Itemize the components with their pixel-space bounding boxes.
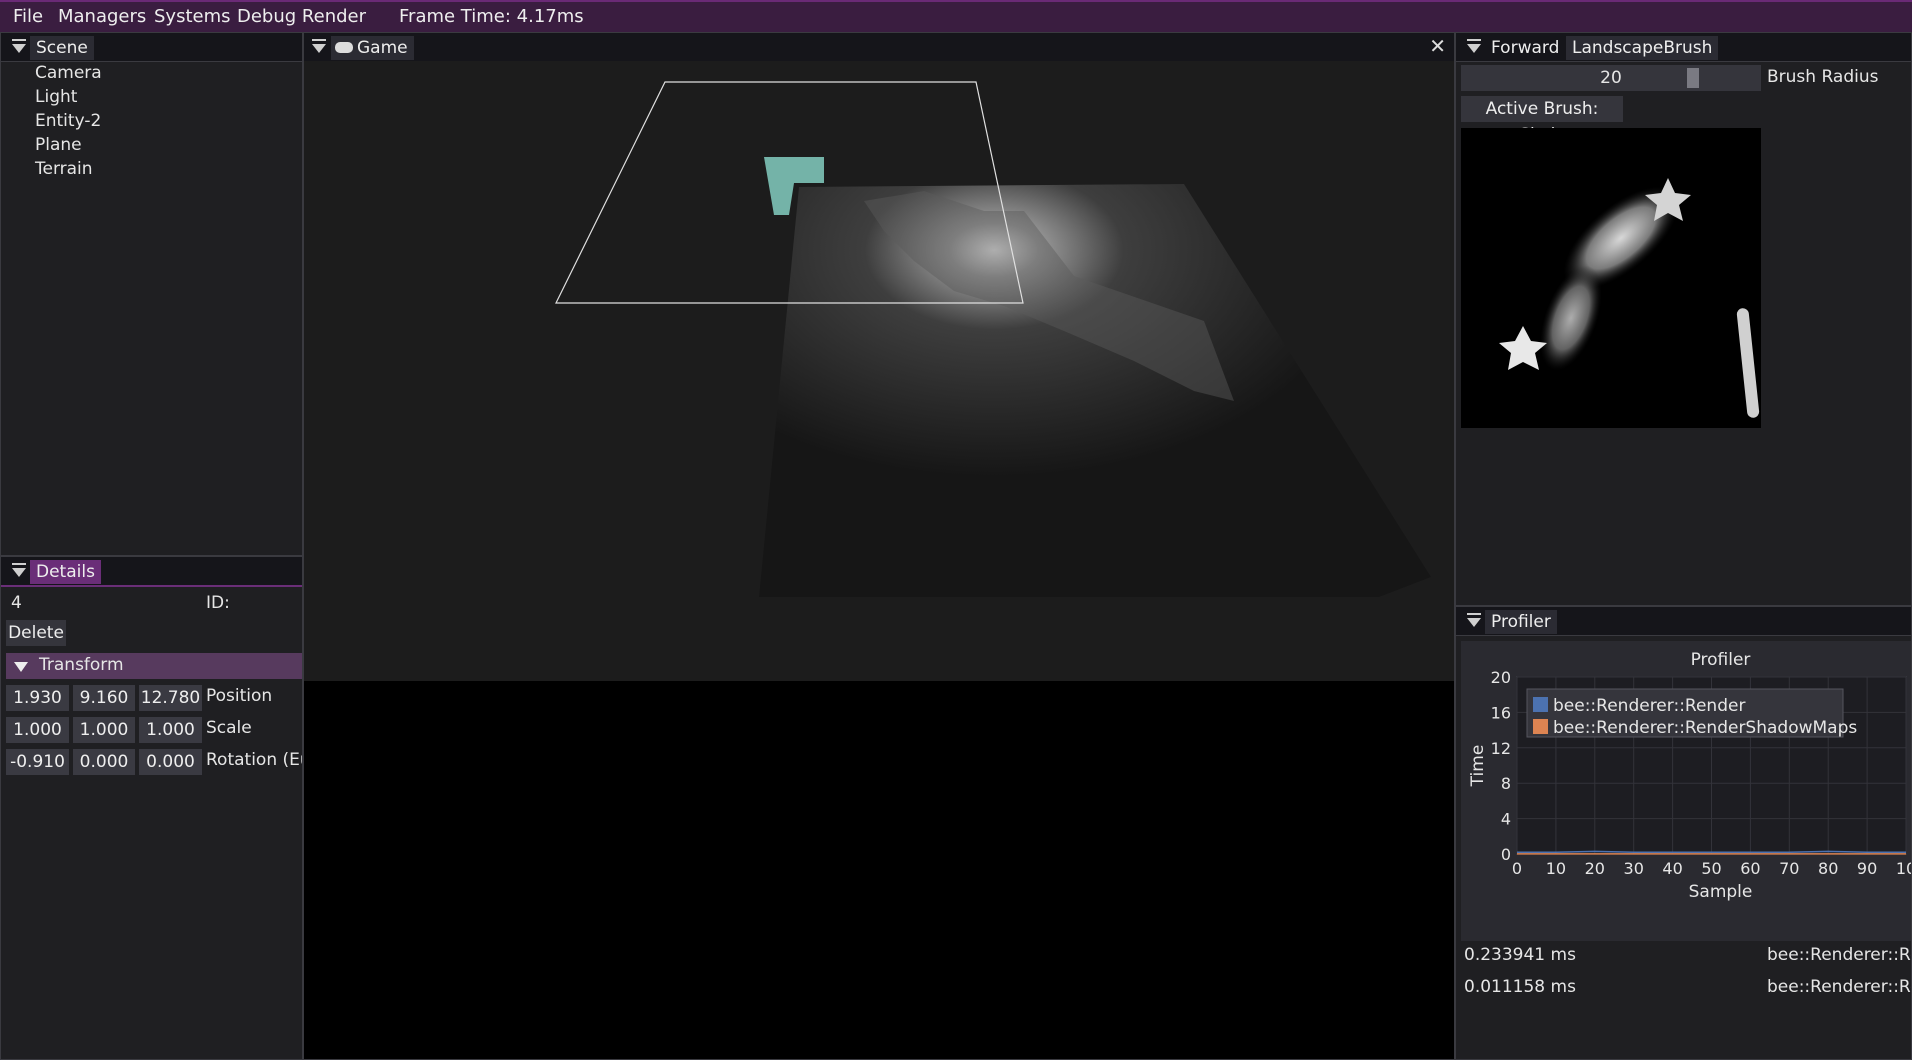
scale-z-field[interactable]: 1.000	[139, 717, 202, 743]
collapse-icon[interactable]	[11, 563, 27, 579]
y-tick-label: 16	[1491, 703, 1511, 722]
scene-render	[555, 81, 1431, 597]
menu-debug-render[interactable]: Debug Render	[237, 6, 366, 27]
collapse-icon[interactable]	[311, 39, 327, 55]
brush-titlebar: Forward LandscapeBrush	[1456, 33, 1911, 62]
brush-radius-value: 20	[1600, 68, 1622, 88]
x-tick-label: 90	[1857, 859, 1877, 878]
profiler-titlebar: Profiler	[1456, 607, 1911, 636]
entity-index: 4	[11, 593, 22, 613]
gamepad-icon	[335, 42, 353, 53]
entity-entity-2[interactable]: Entity-2	[35, 111, 101, 131]
heightmap-image	[1499, 178, 1760, 418]
tab-landscape-brush[interactable]: LandscapeBrush	[1566, 36, 1719, 60]
profiler-chart: 0 4 8 12 16 20 0 10 20 30 40 50 60 70 80 90 10 Profiler Sa…	[1461, 641, 1912, 941]
profiler-panel: Profiler 0 4 8 12 16 20 0 10 20 30 40 50 60 70 80 90 10 P…	[1455, 606, 1912, 1060]
menu-bar: File Managers Systems Debug Render Frame…	[0, 0, 1912, 32]
reading-time-2: 0.011158 ms	[1464, 977, 1576, 997]
active-brush-button[interactable]: Active Brush: Circle	[1461, 96, 1623, 145]
x-tick-label: 10	[1896, 859, 1912, 878]
rotation-label: Rotation (Eu	[206, 750, 303, 770]
scale-y-field[interactable]: 1.000	[73, 717, 135, 743]
position-x-field[interactable]: 1.930	[6, 685, 69, 711]
menu-managers[interactable]: Managers	[58, 6, 146, 27]
x-tick-label: 70	[1779, 859, 1799, 878]
collapse-icon[interactable]	[11, 39, 27, 55]
legend-label: bee::Renderer::Render	[1553, 696, 1745, 716]
y-tick-label: 0	[1501, 845, 1511, 864]
collapse-icon[interactable]	[1466, 39, 1482, 55]
legend-swatch	[1533, 719, 1548, 734]
brush-panel: Forward LandscapeBrush 20 Brush Radius A…	[1455, 32, 1912, 606]
brush-radius-label: Brush Radius	[1767, 67, 1879, 87]
id-label: ID:	[206, 593, 230, 613]
y-tick-label: 12	[1491, 739, 1511, 758]
x-tick-label: 50	[1701, 859, 1721, 878]
x-tick-label: 20	[1585, 859, 1605, 878]
game-panel: Game ✕	[303, 32, 1455, 1060]
legend-label: bee::Renderer::RenderShadowMaps	[1553, 718, 1857, 738]
y-axis-label: Time	[1468, 745, 1488, 788]
y-tick-label: 4	[1501, 810, 1511, 829]
terrain-mesh	[759, 184, 1431, 597]
collapse-icon[interactable]	[1466, 613, 1482, 629]
tab-details[interactable]: Details	[30, 560, 101, 584]
rotation-x-field[interactable]: -0.910	[6, 749, 69, 775]
x-tick-label: 30	[1624, 859, 1644, 878]
menu-systems[interactable]: Systems	[154, 6, 231, 27]
streak-shape	[1736, 308, 1760, 418]
y-tick-label: 20	[1491, 668, 1511, 687]
chart-title: Profiler	[1691, 650, 1751, 670]
reading-name-2: bee::Renderer::Re	[1767, 977, 1912, 997]
game-titlebar: Game ✕	[304, 33, 1454, 62]
profiler-plot: 0 4 8 12 16 20 0 10 20 30 40 50 60 70 80 90 10 Profiler Sa…	[1468, 650, 1912, 902]
x-tick-label: 40	[1662, 859, 1682, 878]
position-label: Position	[206, 686, 273, 706]
tab-game-label: Game	[357, 38, 408, 58]
scale-label: Scale	[206, 718, 252, 738]
legend-swatch	[1533, 697, 1548, 712]
x-tick-label: 60	[1740, 859, 1760, 878]
scene-panel: Scene Camera Light Entity-2 Plane Terrai…	[0, 32, 303, 556]
reading-time-1: 0.233941 ms	[1464, 945, 1576, 965]
position-z-field[interactable]: 12.780	[139, 685, 202, 711]
x-tick-label: 80	[1818, 859, 1838, 878]
details-titlebar: Details	[1, 557, 302, 587]
delete-button[interactable]: Delete	[6, 620, 66, 646]
star-shape-2	[1499, 326, 1547, 370]
scale-x-field[interactable]: 1.000	[6, 717, 69, 743]
entity-camera[interactable]: Camera	[35, 63, 102, 83]
entity-light[interactable]: Light	[35, 87, 77, 107]
scene-titlebar: Scene	[1, 33, 302, 62]
details-panel: Details 4 ID: Delete Transform 1.930 9.1…	[0, 556, 303, 1060]
brush-preview	[1461, 128, 1761, 428]
reading-name-1: bee::Renderer::Re	[1767, 945, 1912, 965]
menu-file[interactable]: File	[13, 6, 43, 27]
position-y-field[interactable]: 9.160	[73, 685, 135, 711]
tab-scene[interactable]: Scene	[30, 36, 94, 60]
game-viewport[interactable]	[304, 61, 1454, 681]
tab-game[interactable]: Game	[331, 36, 414, 60]
frame-time-label: Frame Time: 4.17ms	[399, 6, 584, 27]
tab-forward[interactable]: Forward	[1485, 36, 1565, 60]
x-tick-label: 10	[1546, 859, 1566, 878]
y-tick-label: 8	[1501, 774, 1511, 793]
transform-label: Transform	[39, 655, 124, 675]
slider-knob[interactable]	[1687, 68, 1699, 88]
x-axis-label: Sample	[1689, 882, 1753, 902]
transform-header[interactable]: Transform	[6, 653, 302, 679]
brush-radius-slider[interactable]: 20	[1461, 65, 1761, 91]
rotation-z-field[interactable]: 0.000	[139, 749, 202, 775]
tab-profiler[interactable]: Profiler	[1485, 610, 1557, 634]
entity-terrain[interactable]: Terrain	[35, 159, 93, 179]
close-icon[interactable]: ✕	[1429, 34, 1446, 58]
x-tick-label: 0	[1512, 859, 1522, 878]
expand-arrow-icon	[14, 662, 28, 672]
entity-plane[interactable]: Plane	[35, 135, 82, 155]
rotation-y-field[interactable]: 0.000	[73, 749, 135, 775]
